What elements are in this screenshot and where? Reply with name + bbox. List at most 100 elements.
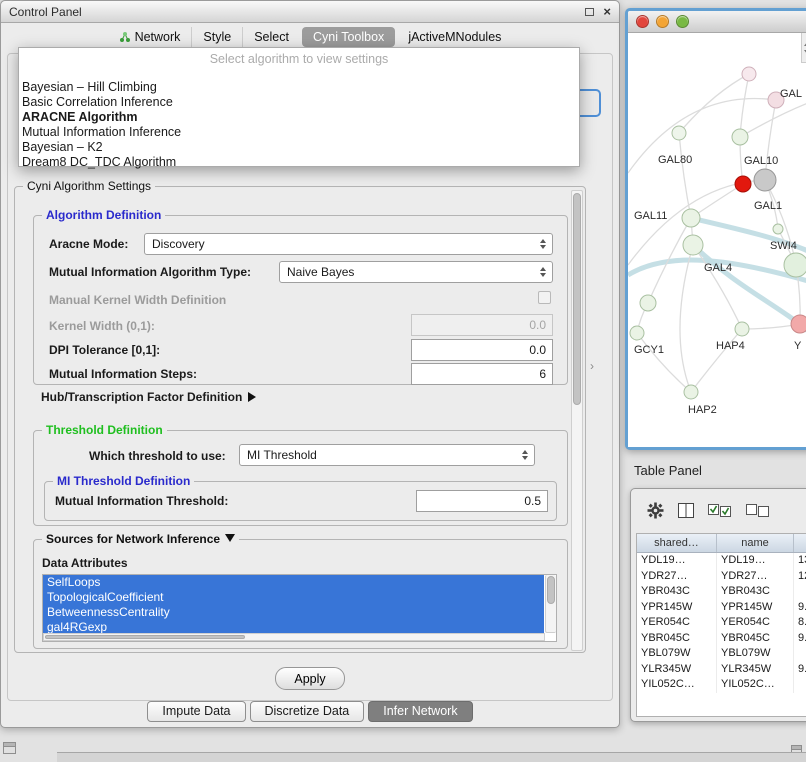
settings-scrollbar[interactable] <box>571 190 583 651</box>
network-node[interactable] <box>784 253 806 277</box>
network-node[interactable] <box>732 129 748 145</box>
algorithm-option-selected[interactable]: ARACNE Algorithm <box>19 110 579 125</box>
aracne-mode-combo[interactable]: Discovery <box>144 233 553 255</box>
algorithm-option[interactable]: Bayesian – K2 <box>19 140 579 155</box>
network-canvas[interactable]: GALGAL80GAL10GAL11GAL1SWI4GAL4GCY1HAP4YH… <box>628 33 806 447</box>
tab-select[interactable]: Select <box>242 27 300 47</box>
network-node-label: SWI4 <box>770 240 797 252</box>
group-title: Algorithm Definition <box>42 208 165 222</box>
column-header-shared-name[interactable]: shared… <box>637 534 717 552</box>
table-row[interactable]: YER054C YER054C 8. <box>637 615 806 631</box>
hub-definition-toggle[interactable]: Hub/Transcription Factor Definition <box>41 390 256 404</box>
tab-style[interactable]: Style <box>191 27 242 47</box>
table-panel-window: shared… name YDL19… YDL19… 13 YDR27… YDR… <box>630 488 806 722</box>
tab-label: Style <box>203 30 231 44</box>
network-node[interactable] <box>683 235 703 255</box>
network-edge <box>679 74 749 133</box>
table-row[interactable]: YDL19… YDL19… 13 <box>637 553 806 569</box>
algorithm-option[interactable]: Bayesian – Hill Climbing <box>19 80 579 95</box>
attribute-item[interactable]: SelfLoops <box>43 575 544 590</box>
network-node[interactable] <box>773 224 783 234</box>
bottom-panel-strip <box>57 752 806 762</box>
table-row[interactable]: YIL052C… YIL052C… <box>637 677 806 693</box>
hub-definition-label: Hub/Transcription Factor Definition <box>41 390 242 404</box>
data-attributes-label: Data Attributes <box>42 556 128 570</box>
apply-button[interactable]: Apply <box>275 667 345 690</box>
column-header-extra[interactable] <box>794 534 806 552</box>
algorithm-option[interactable]: Basic Correlation Inference <box>19 95 579 110</box>
column-header-name[interactable]: name <box>717 534 794 552</box>
network-node-label: HAP4 <box>716 340 745 352</box>
minimize-traffic-light[interactable] <box>656 15 669 28</box>
splitter-handle[interactable]: › <box>590 359 594 373</box>
table-row[interactable]: YBR043C YBR043C <box>637 584 806 600</box>
attributes-hscrollbar-thumb[interactable] <box>45 635 245 639</box>
table-row[interactable]: YBR045C YBR045C 9. <box>637 631 806 647</box>
cell-extra <box>794 677 806 693</box>
data-attributes-list[interactable]: SelfLoops TopologicalCoefficient Between… <box>42 574 557 642</box>
aracne-mode-label: Aracne Mode: <box>49 237 128 251</box>
table-row[interactable]: YDR27… YDR27… 12 <box>637 569 806 585</box>
tab-jactivemnodules[interactable]: jActiveMNodules <box>397 27 512 47</box>
algorithm-option[interactable]: Dream8 DC_TDC Algorithm <box>19 155 579 170</box>
which-threshold-combo[interactable]: MI Threshold <box>239 444 535 466</box>
cell-shared-name: YPR145W <box>637 600 717 616</box>
network-node[interactable] <box>630 326 644 340</box>
attribute-item[interactable]: BetweennessCentrality <box>43 605 544 620</box>
network-node[interactable] <box>672 126 686 140</box>
network-node[interactable] <box>791 315 806 333</box>
network-graph[interactable]: GALGAL80GAL10GAL11GAL1SWI4GAL4GCY1HAP4YH… <box>628 33 806 447</box>
settings-scrollbar-thumb[interactable] <box>573 193 581 405</box>
network-node[interactable] <box>735 322 749 336</box>
cell-extra: 12 <box>794 569 806 585</box>
tab-impute-data[interactable]: Impute Data <box>147 701 245 722</box>
table-row[interactable]: YPR145W YPR145W 9. <box>637 600 806 616</box>
cell-extra: 8. <box>794 615 806 631</box>
deselect-all-icon[interactable] <box>746 504 770 517</box>
close-window-icon[interactable]: × <box>603 7 611 17</box>
mi-type-combo[interactable]: Naive Bayes <box>279 261 553 283</box>
network-node[interactable] <box>682 209 700 227</box>
float-window-icon[interactable] <box>585 8 594 16</box>
attributes-hscrollbar[interactable] <box>43 633 545 641</box>
table-row[interactable]: YLR345W YLR345W 9. <box>637 662 806 678</box>
tab-infer-network[interactable]: Infer Network <box>368 701 472 722</box>
table-row[interactable]: YBL079W YBL079W <box>637 646 806 662</box>
close-traffic-light[interactable] <box>636 15 649 28</box>
network-node-label: HAP2 <box>688 404 717 416</box>
network-node[interactable] <box>754 169 776 191</box>
select-all-icon[interactable] <box>708 504 732 517</box>
network-node[interactable] <box>684 385 698 399</box>
minimized-panel-icon[interactable] <box>3 742 16 754</box>
network-node-label: GCY1 <box>634 344 664 356</box>
network-window-titlebar[interactable] <box>628 11 806 33</box>
mi-steps-field[interactable]: 6 <box>411 363 553 385</box>
gear-icon[interactable] <box>647 502 664 519</box>
combo-value: Naive Bayes <box>287 265 354 279</box>
which-threshold-label: Which threshold to use: <box>89 449 226 463</box>
control-panel-window: Control Panel × Network Style Select Cyn… <box>0 0 620 728</box>
zoom-traffic-light[interactable] <box>676 15 689 28</box>
network-scrollbar[interactable] <box>801 33 806 63</box>
tab-discretize-data[interactable]: Discretize Data <box>250 701 365 722</box>
cell-extra <box>794 584 806 600</box>
algorithm-option[interactable]: Mutual Information Inference <box>19 125 579 140</box>
mi-threshold-field[interactable]: 0.5 <box>416 490 548 512</box>
dpi-tolerance-field[interactable]: 0.0 <box>411 339 553 361</box>
network-node[interactable] <box>735 176 751 192</box>
cell-shared-name: YLR345W <box>637 662 717 678</box>
collapse-down-icon <box>225 534 235 542</box>
sources-toggle[interactable]: Sources for Network Inference <box>42 532 239 546</box>
kernel-width-label: Kernel Width (0,1): <box>49 319 155 333</box>
attribute-item[interactable]: TopologicalCoefficient <box>43 590 544 605</box>
network-node[interactable] <box>742 67 756 81</box>
network-node[interactable] <box>640 295 656 311</box>
columns-icon[interactable] <box>678 503 694 518</box>
tab-network[interactable]: Network <box>108 27 192 47</box>
attributes-scrollbar[interactable] <box>545 575 556 633</box>
attributes-scrollbar-thumb[interactable] <box>547 576 555 604</box>
control-panel-titlebar[interactable]: Control Panel × <box>1 1 619 23</box>
combo-value: Discovery <box>152 237 205 251</box>
tab-cyni-toolbox[interactable]: Cyni Toolbox <box>302 27 395 47</box>
sources-group: Sources for Network Inference Data Attri… <box>33 539 568 649</box>
